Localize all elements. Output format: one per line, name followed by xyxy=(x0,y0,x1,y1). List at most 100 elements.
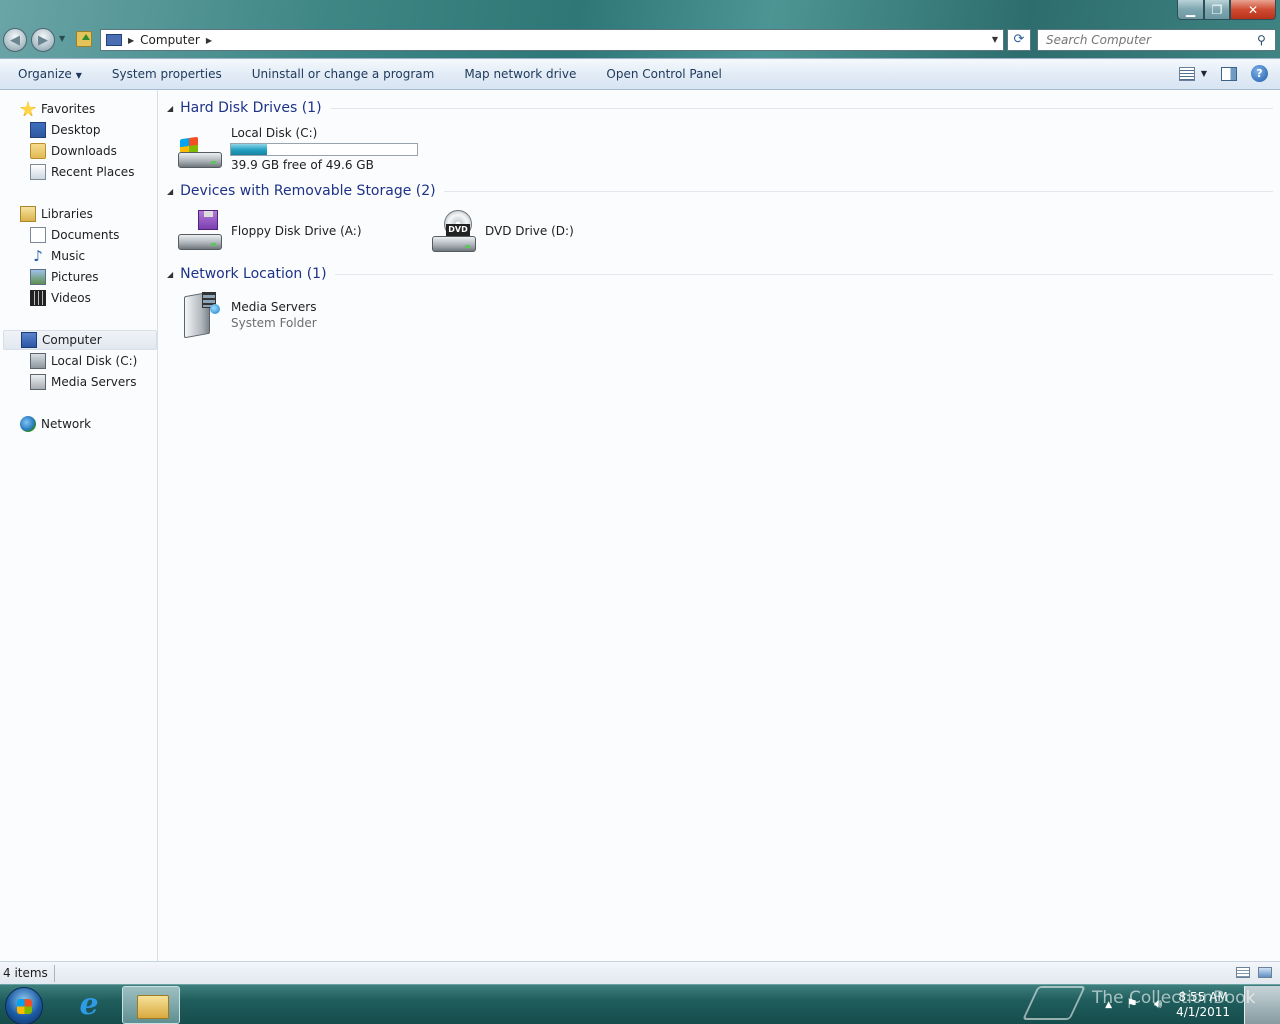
view-options-dropdown-icon[interactable]: ▼ xyxy=(1201,69,1207,78)
help-icon[interactable]: ? xyxy=(1251,65,1268,82)
group-divider xyxy=(334,273,1273,275)
drive-name: DVD Drive (D:) xyxy=(485,224,574,238)
drive-name: Local Disk (C:) xyxy=(231,126,318,140)
recent-places-icon xyxy=(30,164,46,180)
drive-tile-floppy-a[interactable]: Floppy Disk Drive (A:) xyxy=(176,210,362,256)
forward-button[interactable]: ▶ xyxy=(31,28,55,52)
nav-label: Computer xyxy=(42,333,102,347)
media-server-icon xyxy=(176,291,224,340)
group-divider xyxy=(329,107,1273,109)
drive-body xyxy=(178,234,222,250)
large-icons-view-icon[interactable] xyxy=(1258,967,1272,978)
nav-pictures[interactable]: Pictures xyxy=(30,267,99,287)
computer-icon xyxy=(21,332,37,348)
collapse-triangle-icon[interactable]: ◢ xyxy=(167,104,173,113)
back-button[interactable]: ◀ xyxy=(3,28,27,52)
hard-disk-icon xyxy=(176,134,224,174)
network-tile-media-servers[interactable]: Media Servers System Folder xyxy=(176,291,317,340)
nav-label: Videos xyxy=(51,291,91,305)
nav-libraries[interactable]: Libraries xyxy=(20,204,93,224)
uninstall-program-button[interactable]: Uninstall or change a program xyxy=(237,67,450,81)
nav-label: Media Servers xyxy=(51,375,137,389)
drive-led xyxy=(465,245,470,248)
drive-free-space: 39.9 GB free of 49.6 GB xyxy=(231,158,374,172)
location-name: Media Servers xyxy=(231,300,317,314)
explorer-body: Favorites Desktop Downloads Recent Place… xyxy=(0,90,1280,961)
search-input[interactable] xyxy=(1038,30,1257,50)
details-view-icon[interactable] xyxy=(1236,967,1250,978)
media-badge-icon xyxy=(210,304,220,314)
organize-label: Organize xyxy=(18,67,72,81)
nav-label: Pictures xyxy=(51,270,99,284)
group-header-removable-storage[interactable]: ◢ Devices with Removable Storage (2) xyxy=(167,183,1273,199)
address-bar[interactable]: ▶ Computer ▶ ▼ xyxy=(100,29,1004,51)
group-title: Devices with Removable Storage (2) xyxy=(180,183,436,199)
breadcrumb-separator-icon[interactable]: ▶ xyxy=(206,36,212,45)
nav-desktop[interactable]: Desktop xyxy=(30,120,101,140)
maximize-button[interactable]: ❐ xyxy=(1204,0,1230,20)
address-dropdown-icon[interactable]: ▼ xyxy=(992,35,998,44)
organize-button[interactable]: Organize ▼ xyxy=(0,67,97,81)
close-button[interactable]: ✕ xyxy=(1230,0,1276,20)
hard-disk-icon xyxy=(30,353,46,369)
map-network-drive-button[interactable]: Map network drive xyxy=(449,67,591,81)
internet-explorer-icon[interactable]: e xyxy=(72,989,106,1021)
open-control-panel-button[interactable]: Open Control Panel xyxy=(591,67,736,81)
dvd-badge: DVD xyxy=(446,224,470,236)
recent-pages-dropdown[interactable]: ▼ xyxy=(59,34,65,43)
group-title: Network Location (1) xyxy=(180,266,327,282)
drive-body xyxy=(178,152,222,168)
star-icon xyxy=(20,101,36,117)
preview-pane-icon[interactable] xyxy=(1221,66,1237,81)
minimize-button[interactable]: ▁ xyxy=(1177,0,1204,20)
search-box[interactable]: ⚲ xyxy=(1037,29,1276,51)
status-view-buttons xyxy=(1236,967,1272,978)
nav-label: Network xyxy=(41,417,92,431)
drive-tile-local-disk-c[interactable] xyxy=(176,126,224,174)
nav-recent-places[interactable]: Recent Places xyxy=(30,162,134,182)
search-icon[interactable]: ⚲ xyxy=(1257,33,1275,47)
command-bar: Organize ▼ System properties Uninstall or… xyxy=(0,58,1280,90)
disk-usage-fill xyxy=(231,144,268,155)
breadcrumb-computer[interactable]: Computer xyxy=(140,33,200,47)
pictures-icon xyxy=(30,269,46,285)
collapse-triangle-icon[interactable]: ◢ xyxy=(167,187,173,196)
nav-network[interactable]: Network xyxy=(20,414,91,434)
view-controls: ▼ ? xyxy=(1178,65,1268,82)
media-server-icon xyxy=(30,374,46,390)
nav-label: Favorites xyxy=(41,102,96,116)
group-header-network-location[interactable]: ◢ Network Location (1) xyxy=(167,266,1273,282)
group-header-hard-disk-drives[interactable]: ◢ Hard Disk Drives (1) xyxy=(167,100,1273,116)
nav-music[interactable]: ♪ Music xyxy=(30,246,85,266)
window-frame: ▁ ❐ ✕ ◀ ▶ ▼ ▶ Computer ▶ ▼ ⟳ ⚲ xyxy=(0,0,1280,58)
drive-body xyxy=(432,236,476,252)
item-count: 4 items xyxy=(0,964,55,982)
nav-label: Recent Places xyxy=(51,165,135,179)
collapse-triangle-icon[interactable]: ◢ xyxy=(167,270,173,279)
desktop-icon xyxy=(30,122,46,138)
content-pane: ◢ Hard Disk Drives (1) Local Disk (C:) 3… xyxy=(159,90,1280,961)
film-strip-icon xyxy=(30,290,46,306)
drive-name: Floppy Disk Drive (A:) xyxy=(231,224,362,238)
change-view-icon[interactable] xyxy=(1178,66,1195,81)
nav-computer[interactable]: Computer xyxy=(3,330,157,350)
chevron-down-icon: ▼ xyxy=(75,71,82,80)
drive-led xyxy=(211,243,216,246)
nav-documents[interactable]: Documents xyxy=(30,225,119,245)
nav-videos[interactable]: Videos xyxy=(30,288,91,308)
nav-favorites[interactable]: Favorites xyxy=(20,99,95,119)
breadcrumb-separator-icon[interactable]: ▶ xyxy=(128,36,134,45)
location-type: System Folder xyxy=(231,316,317,330)
drive-tile-dvd-d[interactable]: DVD DVD Drive (D:) xyxy=(430,210,574,256)
nav-label: Desktop xyxy=(51,123,101,137)
nav-media-servers[interactable]: Media Servers xyxy=(30,372,136,392)
system-properties-button[interactable]: System properties xyxy=(97,67,237,81)
floppy-disk-icon xyxy=(198,210,218,230)
up-folder-icon[interactable] xyxy=(76,31,92,47)
refresh-button[interactable]: ⟳ xyxy=(1007,29,1031,51)
windows-explorer-taskbar-button[interactable] xyxy=(122,986,180,1024)
nav-label: Local Disk (C:) xyxy=(51,354,138,368)
start-button[interactable] xyxy=(5,987,43,1024)
nav-downloads[interactable]: Downloads xyxy=(30,141,117,161)
nav-local-disk[interactable]: Local Disk (C:) xyxy=(30,351,137,371)
